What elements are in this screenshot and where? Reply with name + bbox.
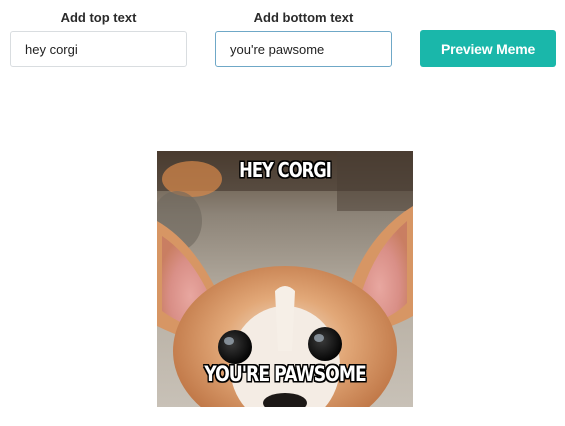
top-text-input[interactable]: [10, 31, 187, 67]
bottom-text-input[interactable]: [215, 31, 392, 67]
meme-bottom-caption: YOU'RE PAWSOME: [204, 362, 367, 386]
meme-top-caption: HEY CORGI: [239, 158, 332, 182]
meme-generator: Add top text Add bottom text Preview Mem…: [0, 0, 565, 426]
meme-preview: HEY CORGI YOU'RE PAWSOME: [157, 151, 413, 407]
preview-meme-button[interactable]: Preview Meme: [420, 30, 556, 67]
bottom-text-label: Add bottom text: [253, 10, 354, 25]
top-text-label: Add top text: [60, 10, 137, 25]
